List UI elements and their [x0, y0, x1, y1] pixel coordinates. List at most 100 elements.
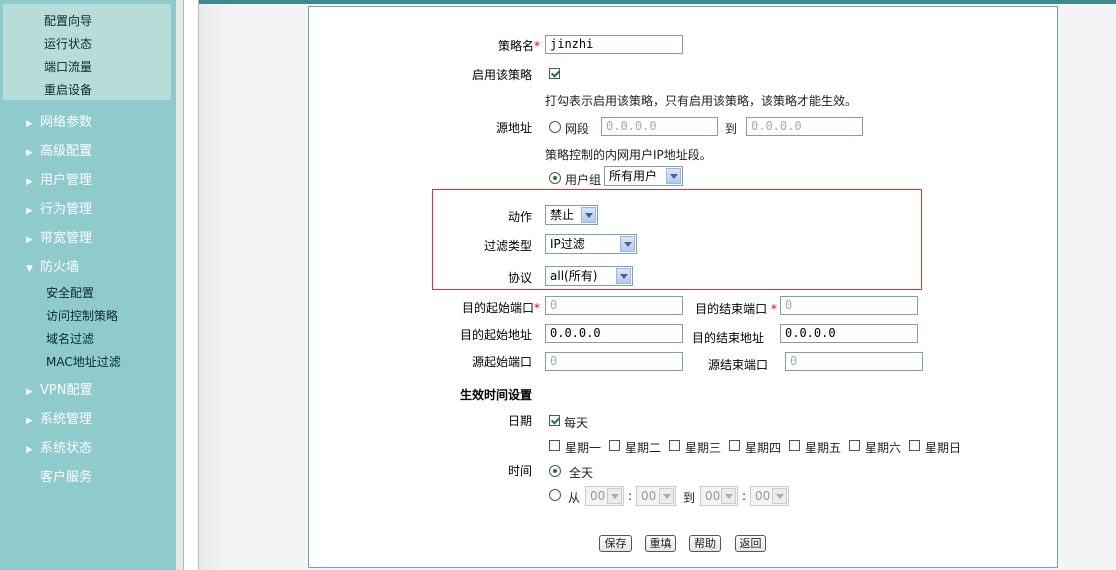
segment-to-input[interactable]: 0.0.0.0 [746, 117, 863, 136]
chevron-down-icon [659, 488, 674, 504]
src-end-port-label: 源结束端口 [707, 358, 768, 372]
reset-button[interactable]: 重填 [645, 535, 676, 552]
dst-start-port-label: 目的起始端口* [461, 301, 540, 315]
dst-start-addr-input[interactable]: 0.0.0.0 [545, 324, 683, 343]
weekday-label: 星期日 [925, 441, 962, 455]
source-address-label: 源地址 [495, 121, 532, 135]
enable-policy-checkbox[interactable] [549, 68, 560, 79]
from-label: 从 [568, 491, 581, 505]
dst-end-port-label: 目的结束端口 * [695, 302, 777, 316]
weekday-checkbox[interactable] [549, 440, 560, 451]
chevron-down-icon [666, 168, 681, 184]
weekday-checkbox[interactable] [909, 440, 920, 451]
sidebar-item-reboot[interactable]: 重启设备 [44, 81, 92, 98]
segment-from-input[interactable]: 0.0.0.0 [601, 117, 718, 136]
sidebar-item-advanced[interactable]: ▶ 高级配置 [26, 143, 92, 161]
back-button[interactable]: 返回 [735, 535, 766, 552]
sidebar: 配置向导 运行状态 端口流量 重启设备 ▶ 网络参数 ▶ 高级配置 ▶ 用户管理 ▶ 行… [0, 0, 176, 570]
weekday-checkbox[interactable] [609, 440, 620, 451]
sidebar-subitem-security[interactable]: 安全配置 [46, 284, 94, 301]
end-minute-select[interactable]: 00 [750, 486, 789, 506]
weekday-label: 星期一 [565, 441, 602, 455]
chevron-down-icon [721, 488, 736, 504]
user-group-label: 用户组 [565, 173, 602, 187]
sidebar-subitem-domain-filter[interactable]: 域名过滤 [46, 330, 94, 347]
weekday-checkbox[interactable] [849, 440, 860, 451]
all-day-radio[interactable] [549, 465, 561, 477]
weekday-label: 星期四 [745, 441, 782, 455]
action-label: 动作 [507, 210, 532, 224]
everyday-label: 每天 [564, 416, 589, 430]
chevron-right-icon: ▶ [26, 206, 33, 216]
protocol-label: 协议 [507, 271, 532, 285]
to-time-label: 到 [683, 491, 696, 505]
sidebar-item-bandwidth[interactable]: ▶ 带宽管理 [26, 230, 92, 248]
filter-type-label: 过滤类型 [483, 239, 532, 253]
filter-type-select[interactable]: IP过滤 [545, 234, 637, 254]
weekday-label: 星期二 [625, 441, 662, 455]
everyday-checkbox[interactable] [549, 415, 560, 426]
chevron-down-icon: ▼ [26, 264, 33, 274]
dst-end-addr-input[interactable]: 0.0.0.0 [780, 324, 918, 343]
sidebar-item-firewall[interactable]: ▼ 防火墙 [26, 259, 79, 277]
time-section-title: 生效时间设置 [459, 388, 532, 402]
sidebar-item-users[interactable]: ▶ 用户管理 [26, 172, 92, 190]
src-end-port-input[interactable]: 0 [785, 352, 923, 371]
chevron-right-icon: ▶ [26, 148, 33, 158]
time-range-radio[interactable] [549, 489, 561, 501]
sidebar-item-vpn[interactable]: ▶ VPN配置 [26, 382, 92, 400]
policy-name-input[interactable]: jinzhi [545, 35, 683, 54]
weekday-checkbox[interactable] [729, 440, 740, 451]
sidebar-item-wizard[interactable]: 配置向导 [44, 12, 92, 29]
user-group-select[interactable]: 所有用户 [604, 166, 683, 186]
sidebar-subitem-access-control[interactable]: 访问控制策略 [46, 307, 118, 324]
segment-label: 网段 [565, 122, 590, 136]
segment-radio[interactable] [549, 121, 561, 133]
chevron-right-icon: ▶ [26, 416, 33, 426]
save-button[interactable]: 保存 [599, 535, 632, 552]
chevron-down-icon [772, 488, 787, 504]
enable-policy-note: 打勾表示启用该策略，只有启用该策略，该策略才能生效。 [545, 94, 858, 108]
chevron-right-icon: ▶ [26, 177, 33, 187]
chevron-right-icon: ▶ [26, 387, 33, 397]
sidebar-item-system-mgmt[interactable]: ▶ 系统管理 [26, 411, 92, 429]
sidebar-item-behavior[interactable]: ▶ 行为管理 [26, 201, 92, 219]
time-colon: : [742, 489, 747, 503]
enable-policy-label: 启用该策略 [471, 68, 532, 82]
help-button[interactable]: 帮助 [689, 535, 721, 552]
frame-divider [176, 0, 183, 570]
protocol-select[interactable]: all(所有) [545, 266, 633, 286]
sidebar-item-network[interactable]: ▶ 网络参数 [26, 114, 92, 132]
chevron-down-icon [581, 207, 596, 223]
dst-end-addr-label: 目的结束地址 [691, 331, 764, 345]
sidebar-item-customer-service[interactable]: 客户服务 [26, 469, 92, 487]
action-select[interactable]: 禁止 [545, 205, 598, 225]
dst-start-addr-label: 目的起始地址 [459, 328, 532, 342]
weekday-label: 星期六 [865, 441, 902, 455]
segment-to-label: 到 [725, 122, 738, 136]
sidebar-subitem-mac-filter[interactable]: MAC地址过滤 [46, 353, 121, 370]
end-hour-select[interactable]: 00 [700, 486, 738, 506]
chevron-right-icon: ▶ [26, 235, 33, 245]
weekday-label: 星期五 [805, 441, 842, 455]
sidebar-item-run-status[interactable]: 运行状态 [44, 35, 92, 52]
dst-start-port-input[interactable]: 0 [545, 296, 683, 315]
start-minute-select[interactable]: 00 [636, 486, 676, 506]
chevron-down-icon [620, 236, 635, 252]
sidebar-item-system-status[interactable]: ▶ 系统状态 [26, 440, 92, 458]
weekday-label: 星期三 [685, 441, 722, 455]
sidebar-item-port-traffic[interactable]: 端口流量 [44, 58, 92, 75]
src-start-port-input[interactable]: 0 [545, 352, 683, 371]
weekday-checkbox[interactable] [669, 440, 680, 451]
frame-scrollbar[interactable] [183, 0, 199, 570]
user-group-radio[interactable] [549, 172, 561, 184]
all-day-label: 全天 [569, 466, 594, 480]
date-label: 日期 [507, 414, 532, 428]
policy-name-label: 策略名* [497, 39, 540, 53]
dst-end-port-input[interactable]: 0 [780, 296, 918, 315]
top-accent-bar [199, 0, 1116, 4]
time-colon: : [628, 489, 633, 503]
chevron-down-icon [616, 268, 631, 284]
weekday-checkbox[interactable] [789, 440, 800, 451]
start-hour-select[interactable]: 00 [585, 486, 624, 506]
